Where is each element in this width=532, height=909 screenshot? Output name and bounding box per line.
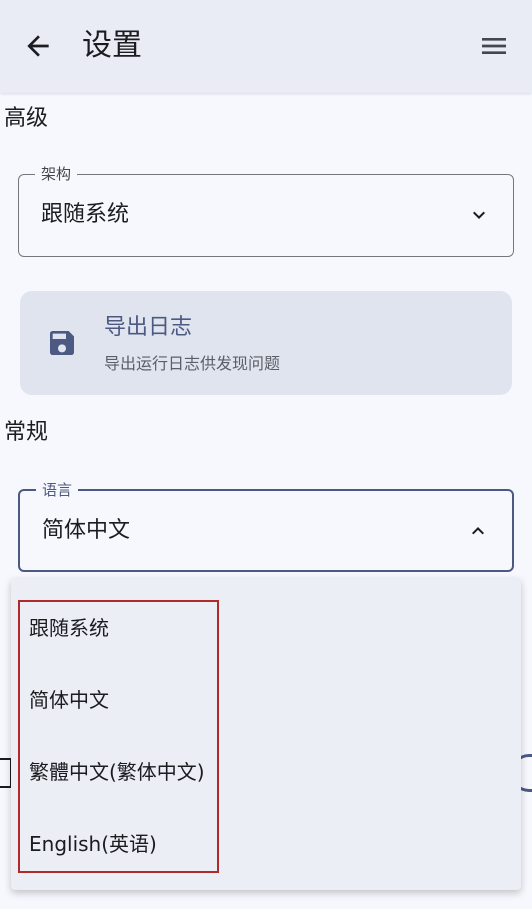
page-title: 设置 — [82, 28, 142, 63]
section-header-general: 常规 — [4, 420, 49, 445]
app-bar: 设置 — [0, 0, 532, 93]
language-value: 简体中文 — [42, 518, 131, 543]
language-label: 语言 — [36, 480, 79, 500]
save-icon — [50, 331, 74, 355]
section-header-advanced: 高级 — [4, 106, 49, 131]
export-log-subtitle: 导出运行日志供发现问题 — [104, 354, 281, 373]
menu-icon[interactable] — [478, 30, 510, 62]
language-select[interactable]: 语言 简体中文 — [18, 480, 514, 572]
architecture-value: 跟随系统 — [41, 202, 130, 227]
chevron-up-icon — [472, 527, 484, 535]
chevron-down-icon — [473, 211, 485, 219]
language-option-simplified-chinese[interactable]: 简体中文 — [29, 686, 109, 714]
architecture-label: 架构 — [35, 164, 78, 184]
language-dropdown-menu: 跟随系统 简体中文 繁體中文(繁体中文) English(英语) — [11, 578, 521, 890]
language-option-english[interactable]: English(英语) — [29, 830, 157, 858]
language-option-follow-system[interactable]: 跟随系统 — [29, 614, 109, 642]
language-option-traditional-chinese[interactable]: 繁體中文(繁体中文) — [29, 758, 205, 786]
export-log-card[interactable]: 导出日志 导出运行日志供发现问题 — [20, 291, 512, 395]
export-log-title: 导出日志 — [104, 315, 193, 340]
architecture-select[interactable]: 架构 跟随系统 — [18, 164, 514, 257]
arrow-back-icon[interactable] — [22, 30, 54, 62]
